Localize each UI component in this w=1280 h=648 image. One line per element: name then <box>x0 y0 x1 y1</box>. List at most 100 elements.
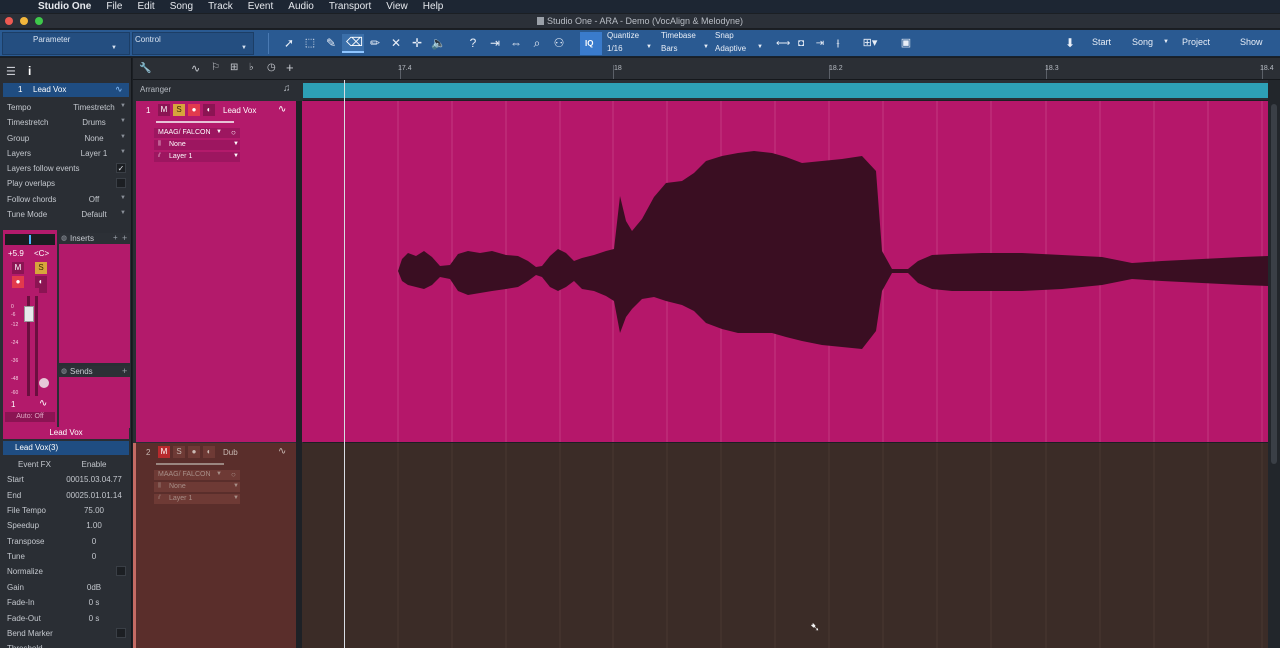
parameter-box[interactable]: Parameter ▼ <box>2 32 130 55</box>
menu-view[interactable]: View <box>386 1 408 12</box>
track-2-header[interactable]: 2 M S ● ◐ Dub ∿ MAAG/ FALCON ▼ ○ ⫼ None … <box>136 443 296 648</box>
menu-help[interactable]: Help <box>423 1 444 12</box>
track-1-header[interactable]: 1 M S ● ◐ Lead Vox ∿ MAAG/ FALCON ▼ ○ ⫼ … <box>136 101 296 442</box>
eraser-tool-button[interactable]: ⌫ <box>342 34 364 53</box>
track-2-name[interactable]: Dub <box>223 448 238 457</box>
power-icon[interactable]: ◍ <box>61 367 67 375</box>
volume-fader-handle[interactable] <box>24 306 34 322</box>
project-page-button[interactable]: Project <box>1182 37 1210 47</box>
inspector-row-follow-chords[interactable]: Follow chords Off ▼ <box>0 192 130 207</box>
grid-settings-icon[interactable]: ⊞▾ <box>858 35 882 52</box>
add-insert-icon[interactable]: + <box>122 233 127 243</box>
download-arrow-icon[interactable]: ⬇ <box>1062 35 1078 52</box>
timebase-select[interactable]: Bars <box>661 44 677 53</box>
normalize-checkbox[interactable] <box>116 566 126 576</box>
track-1-name[interactable]: Lead Vox <box>223 106 256 115</box>
track-2-instrument-select[interactable]: MAAG/ FALCON ▼ ○ <box>154 470 240 480</box>
add-send-icon[interactable]: + <box>122 366 127 376</box>
pan-slider[interactable] <box>5 234 55 245</box>
vertical-scrollbar[interactable] <box>1268 80 1280 648</box>
track-2-lane[interactable] <box>302 443 1268 648</box>
menu-edit[interactable]: Edit <box>137 1 154 12</box>
iq-button[interactable]: IQ <box>580 32 602 55</box>
help-button[interactable]: ? <box>466 35 480 52</box>
track-1-layer-select[interactable]: ⫽ Layer 1 ▼ <box>154 152 240 162</box>
event-row-speedup[interactable]: Speedup 1.00 <box>0 518 130 533</box>
event-row-tune[interactable]: Tune 0 <box>0 549 130 564</box>
paint-tool-icon[interactable]: ✏ <box>368 35 382 52</box>
channel-solo-button[interactable]: S <box>35 262 47 274</box>
track-1-record-button[interactable]: ● <box>188 104 200 116</box>
range-tool-icon[interactable]: ⬚ <box>303 35 317 52</box>
control-box[interactable]: Control ▼ <box>132 32 254 55</box>
automation-icon[interactable]: ∿ <box>191 62 200 75</box>
chevron-down-icon[interactable]: ▼ <box>1163 39 1169 45</box>
timeline-ruler[interactable]: 17.4 18 18.2 18.3 18.4 <box>302 58 1280 80</box>
marker-icon[interactable]: ⚐ <box>211 62 220 73</box>
pan-readout[interactable]: <C> <box>34 249 49 258</box>
menu-transport[interactable]: Transport <box>329 1 371 12</box>
menu-song[interactable]: Song <box>170 1 193 12</box>
chord-icon[interactable]: ♭ <box>249 62 254 73</box>
snap-zero-icon[interactable]: ⫲ <box>832 35 844 52</box>
snap-cursor-icon[interactable]: ⇥ <box>814 35 826 52</box>
listen-tool-icon[interactable]: 🔈 <box>431 35 446 52</box>
track-1-monitor-button[interactable]: ◐ <box>203 104 215 116</box>
event-row-fade-in[interactable]: Fade-In 0 s <box>0 595 130 610</box>
wrench-icon[interactable]: 🔧 <box>139 63 151 74</box>
menu-app-name[interactable]: Studio One <box>38 1 91 12</box>
inspector-row-layers[interactable]: Layers Layer 1 ▼ <box>0 146 130 161</box>
bend-marker-checkbox[interactable] <box>116 628 126 638</box>
bend-tool-icon[interactable]: ✛ <box>410 35 424 52</box>
clock-icon[interactable]: ◷ <box>267 62 276 73</box>
track-1-audio-event[interactable] <box>302 101 1268 442</box>
playhead-cursor[interactable] <box>344 80 345 648</box>
inspector-row-tune-mode[interactable]: Tune Mode Default ▼ <box>0 207 130 222</box>
power-icon[interactable]: ◍ <box>61 234 67 242</box>
arrow-tool-icon[interactable]: ➚ <box>282 35 296 52</box>
info-icon[interactable]: i <box>28 64 31 78</box>
menu-lines-icon[interactable]: ☰ <box>6 65 16 78</box>
arranger-section[interactable] <box>303 83 1268 98</box>
snap-events-icon[interactable]: ◘ <box>795 35 807 52</box>
play-overlaps-checkbox[interactable] <box>116 178 126 188</box>
channel-mute-button[interactable]: M <box>12 262 24 274</box>
event-row-threshold[interactable]: Threshold <box>0 641 130 648</box>
track-2-solo-button[interactable]: S <box>173 446 185 458</box>
menu-track[interactable]: Track <box>208 1 233 12</box>
snap-to-grid-icon[interactable]: ⟷ <box>776 35 790 52</box>
track-1-volume-bar[interactable] <box>156 121 234 123</box>
event-fx-enable-button[interactable]: Enable <box>64 460 124 469</box>
song-page-button[interactable]: Song <box>1132 37 1153 47</box>
track-1-solo-button[interactable]: S <box>173 104 185 116</box>
track-2-layer-select[interactable]: ⫽ Layer 1 ▼ <box>154 494 240 504</box>
mute-tool-icon[interactable]: ✕ <box>389 35 403 52</box>
inspector-row-timestretch[interactable]: Timestretch Drums ▼ <box>0 115 130 130</box>
menu-event[interactable]: Event <box>248 1 274 12</box>
add-track-icon[interactable]: + <box>286 60 294 75</box>
track-1-input-select[interactable]: ⫼ None ▼ <box>154 140 240 150</box>
record-arm-button[interactable]: ● <box>12 276 24 288</box>
snap-select[interactable]: Adaptive <box>715 44 746 53</box>
track-2-monitor-button[interactable]: ◐ <box>203 446 215 458</box>
inspector-track-header[interactable]: 1 Lead Vox ∿ <box>3 83 129 97</box>
layers-follow-checkbox[interactable]: ✓ <box>116 163 126 173</box>
expression-knob[interactable] <box>39 378 49 388</box>
event-row-start[interactable]: Start 00015.03.04.77 <box>0 472 130 487</box>
quantize-select[interactable]: 1/16 <box>607 44 623 53</box>
autoscroll-icon[interactable]: ⇥ <box>487 35 503 52</box>
event-row-file-tempo[interactable]: File Tempo 75.00 <box>0 503 130 518</box>
volume-readout[interactable]: +5.9 <box>8 249 24 258</box>
automation-mode-button[interactable]: Auto: Off <box>5 412 55 422</box>
film-icon[interactable]: ▣ <box>899 35 913 52</box>
collapse-icon[interactable]: + <box>113 233 118 242</box>
ripple-edit-icon[interactable]: ⚇ <box>551 35 567 52</box>
zoom-icon[interactable]: ⌕ <box>529 35 545 52</box>
inspector-row-group[interactable]: Group None ▼ <box>0 131 130 146</box>
track-2-input-select[interactable]: ⫼ None ▼ <box>154 482 240 492</box>
inspector-row-tempo[interactable]: Tempo Timestretch ▼ <box>0 100 130 115</box>
arranger-note-icon[interactable]: ♫ <box>283 83 291 94</box>
start-page-button[interactable]: Start <box>1092 37 1111 47</box>
split-tool-icon[interactable]: ✎ <box>324 35 338 52</box>
event-row-transpose[interactable]: Transpose 0 <box>0 534 130 549</box>
